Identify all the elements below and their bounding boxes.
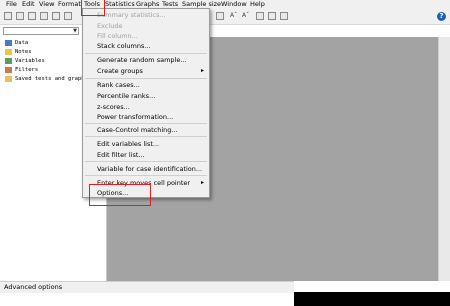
sidebar-item-label: Notes: [15, 49, 32, 55]
variables-icon: [5, 57, 12, 64]
menu-item-z-scores[interactable]: z-scores...: [97, 102, 130, 112]
menu-separator: [85, 53, 207, 54]
menu-separator: [85, 78, 207, 79]
tools-menu: Summary statistics... Exclude Fill colum…: [82, 8, 210, 198]
menu-item-summary-statistics: Summary statistics...: [97, 11, 166, 19]
folder-icon: [5, 75, 12, 82]
menu-separator: [85, 161, 207, 162]
menu-item-edit-filter-list[interactable]: Edit filter list...: [97, 150, 145, 160]
options-highlight: [89, 184, 151, 206]
sidebar-item-data[interactable]: Data: [5, 39, 28, 47]
sidebar-item-label: Saved tests and graphs: [15, 76, 88, 82]
menu-item-rank-cases[interactable]: Rank cases...: [97, 80, 140, 90]
menu-item-stack-columns[interactable]: Stack columns...: [97, 41, 151, 51]
chart-icon[interactable]: [280, 12, 288, 20]
help-icon[interactable]: ?: [437, 12, 446, 21]
menu-separator: [85, 175, 207, 176]
vertical-scrollbar[interactable]: [438, 37, 450, 281]
menu-file[interactable]: File: [6, 0, 17, 9]
navigator-dropdown[interactable]: ▼: [3, 27, 79, 35]
chevron-down-icon: ▼: [73, 28, 77, 34]
print-icon[interactable]: [28, 12, 36, 20]
menu-window[interactable]: Window: [221, 0, 247, 9]
sidebar-item-variables[interactable]: Variables: [5, 57, 45, 65]
status-bar: Advanced options: [0, 281, 294, 293]
submenu-arrow-icon: ▸: [200, 67, 204, 74]
menu-bar: File Edit View Format Tools Statistics G…: [0, 0, 450, 9]
sidebar-item-label: Variables: [15, 58, 45, 64]
submenu-arrow-icon: ▸: [200, 179, 204, 186]
menu-help[interactable]: Help: [250, 0, 265, 9]
spreadsheet-icon[interactable]: [52, 12, 60, 20]
menu-item-fill-column: Fill column...: [97, 32, 138, 40]
sidebar-item-saved-tests[interactable]: Saved tests and graphs: [5, 75, 88, 83]
menu-item-percentile-ranks[interactable]: Percentile ranks...: [97, 91, 155, 101]
menu-separator: [85, 136, 207, 137]
menu-item-generate-random-sample[interactable]: Generate random sample...: [97, 55, 187, 65]
sidebar-item-label: Filters: [15, 67, 39, 73]
bold-icon[interactable]: [216, 12, 224, 20]
data-icon: [5, 39, 12, 46]
open-file-icon[interactable]: [4, 12, 12, 20]
align-icon[interactable]: [256, 12, 264, 20]
menu-item-power-transformation[interactable]: Power transformation...: [97, 112, 173, 122]
menu-item-variable-case-identification[interactable]: Variable for case identification...: [97, 164, 202, 174]
grid-icon[interactable]: [64, 12, 72, 20]
save-icon[interactable]: [16, 12, 24, 20]
menu-format[interactable]: Format: [58, 0, 81, 9]
status-text: Advanced options: [4, 283, 63, 291]
menu-item-create-groups[interactable]: Create groups: [97, 66, 143, 76]
menu-item-exclude: Exclude: [97, 22, 123, 30]
menu-item-edit-variables-list[interactable]: Edit variables list...: [97, 139, 159, 149]
menu-view[interactable]: View: [39, 0, 54, 9]
tools-menu-highlight: [81, 0, 105, 16]
decrease-font-icon[interactable]: Aˇ: [242, 11, 249, 21]
format-icon[interactable]: [268, 12, 276, 20]
increase-font-icon[interactable]: Aˆ: [230, 11, 237, 21]
taskbar-strip: [294, 292, 450, 306]
sidebar-item-filters[interactable]: Filters: [5, 66, 38, 74]
toolbar: Aˆ Aˇ: [0, 9, 450, 25]
filters-icon: [5, 66, 12, 73]
copy-icon[interactable]: [40, 12, 48, 20]
notes-icon: [5, 48, 12, 55]
sidebar-item-notes[interactable]: Notes: [5, 48, 32, 56]
menu-edit[interactable]: Edit: [22, 0, 35, 9]
menu-item-case-control-matching[interactable]: Case-Control matching...: [97, 125, 178, 135]
sidebar-item-label: Data: [15, 40, 29, 46]
menu-separator: [85, 123, 207, 124]
